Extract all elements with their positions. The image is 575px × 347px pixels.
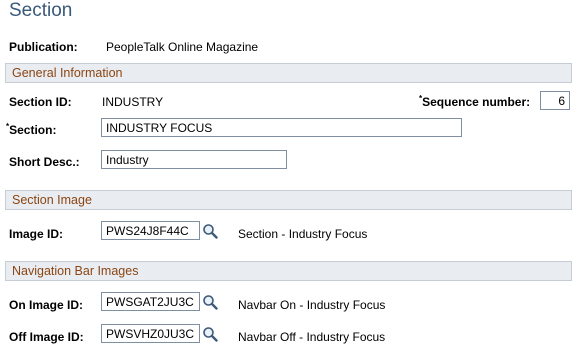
section-id-value: INDUSTRY [102,95,164,109]
short-desc-input[interactable] [101,150,287,169]
section-id-label: Section ID: [9,95,72,109]
required-marker: * [419,94,423,103]
off-image-id-description: Navbar Off - Industry Focus [238,330,386,344]
sequence-number-label-text: Sequence number: [422,95,531,109]
publication-label: Publication: [9,40,78,54]
general-information-title: General Information [12,66,123,80]
off-image-id-label: Off Image ID: [9,330,84,344]
off-image-id-lookup-icon[interactable] [202,326,218,342]
image-id-description: Section - Industry Focus [238,227,368,241]
general-information-header: General Information [5,63,572,83]
off-image-id-input[interactable] [101,324,200,343]
sequence-number-input[interactable] [540,91,570,110]
image-id-lookup-icon[interactable] [202,223,218,239]
page-title: Section [9,0,73,21]
navigation-bar-images-title: Navigation Bar Images [12,264,139,278]
sequence-number-label: *Sequence number: [419,94,531,109]
on-image-id-label: On Image ID: [9,298,84,312]
on-image-id-lookup-icon[interactable] [202,294,218,310]
section-image-title: Section Image [12,193,92,207]
publication-value: PeopleTalk Online Magazine [106,40,259,54]
short-desc-label: Short Desc.: [9,155,80,169]
navigation-bar-images-header: Navigation Bar Images [5,261,572,281]
image-id-input[interactable] [101,221,200,240]
image-id-label: Image ID: [9,227,64,241]
section-input[interactable] [101,118,462,137]
on-image-id-input[interactable] [101,292,200,311]
section-label-text: Section: [9,123,57,137]
required-marker: * [6,122,10,131]
section-image-header: Section Image [5,190,572,210]
on-image-id-description: Navbar On - Industry Focus [238,298,386,312]
section-label: *Section: [6,122,57,137]
